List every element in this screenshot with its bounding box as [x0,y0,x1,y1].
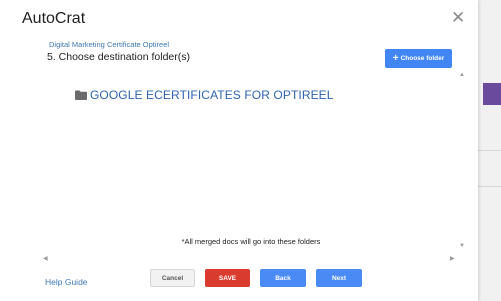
save-button[interactable]: SAVE [205,269,250,287]
back-button[interactable]: Back [260,269,306,287]
folder-item[interactable]: GOOGLE ECERTIFICATES FOR OPTIREEL [75,88,334,102]
choose-folder-button[interactable]: + Choose folder [385,49,452,68]
close-icon[interactable]: ✕ [451,9,465,26]
help-guide-link[interactable]: Help Guide [45,277,88,287]
plus-icon: + [392,52,399,64]
next-button[interactable]: Next [316,269,362,287]
autocrat-dialog: AutoCrat ✕ Digital Marketing Certificate… [0,0,478,301]
scroll-up-icon[interactable]: ▲ [459,72,465,78]
dialog-title: AutoCrat [22,10,86,27]
background-sheet-gridline [478,150,501,151]
folder-list-panel: GOOGLE ECERTIFICATES FOR OPTIREEL *All m… [41,70,461,262]
folder-icon [75,90,87,100]
scroll-down-icon[interactable]: ▼ [459,243,465,249]
sheet-name-label: Digital Marketing Certificate Optireel [49,40,170,49]
background-sheet-gridline [478,186,501,187]
background-sheet-strip [478,0,501,301]
scroll-right-icon[interactable]: ▶ [450,255,455,262]
background-sheet-cell-highlight [483,83,501,105]
folder-name: GOOGLE ECERTIFICATES FOR OPTIREEL [90,88,334,102]
scroll-left-icon[interactable]: ◀ [43,255,48,262]
folders-note: *All merged docs will go into these fold… [181,237,321,246]
cancel-button[interactable]: Cancel [150,269,195,287]
choose-folder-label: Choose folder [400,55,445,62]
step-label: 5. Choose destination folder(s) [47,51,190,63]
